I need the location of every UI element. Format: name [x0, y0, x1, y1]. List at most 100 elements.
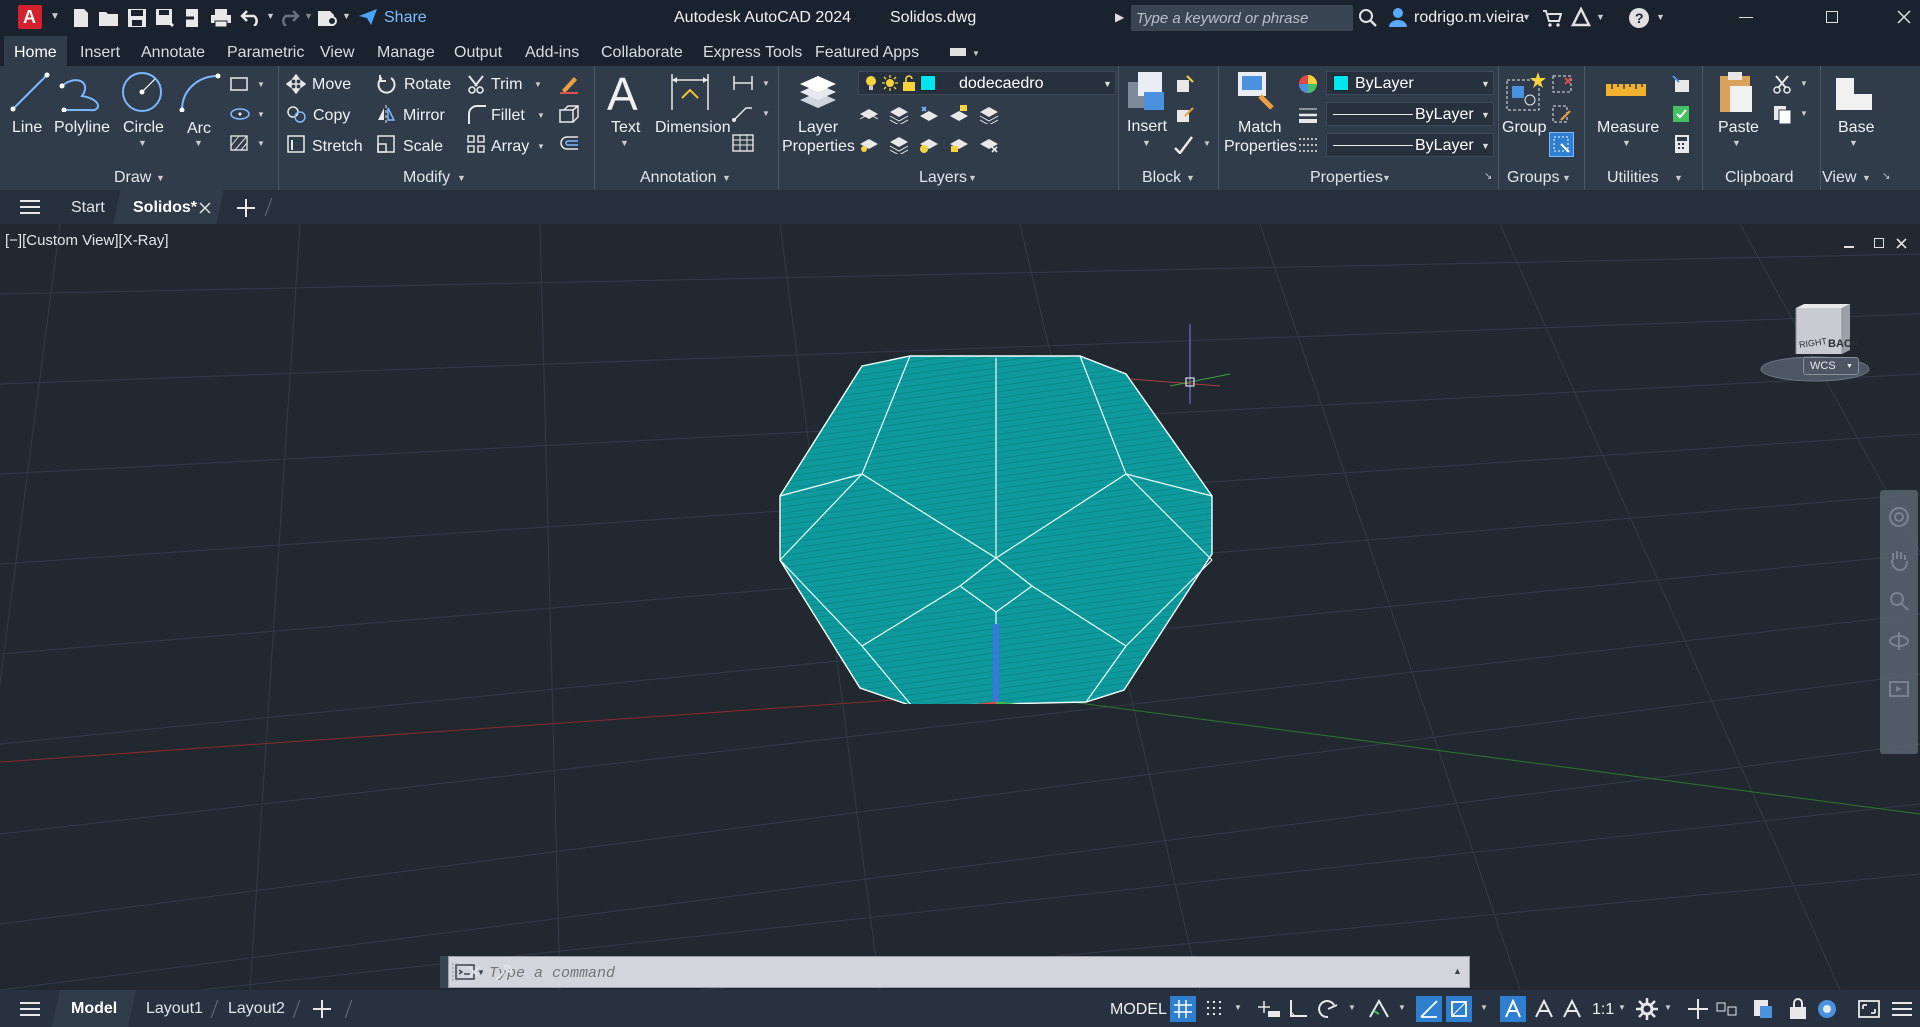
ellipse-icon[interactable] — [229, 106, 251, 122]
array-icon[interactable] — [466, 134, 486, 154]
utilities-panel-title[interactable]: Utilities — [1607, 169, 1659, 187]
copy-clip-chevron-icon[interactable]: ▼ — [1800, 110, 1808, 118]
rotate-button[interactable]: Rotate — [404, 77, 451, 93]
tab-parametric[interactable]: Parametric — [227, 44, 304, 62]
open-folder-icon[interactable] — [98, 9, 120, 27]
move-icon[interactable] — [286, 74, 306, 94]
color-dropdown[interactable]: ByLayer ▼ — [1326, 71, 1494, 95]
text-icon[interactable]: A — [606, 70, 642, 114]
layer-tool-icon[interactable] — [888, 134, 910, 154]
dynamic-input-icon[interactable] — [1258, 999, 1280, 1019]
draw-panel-title[interactable]: Draw — [114, 169, 151, 187]
object-snap-tracking-toggle[interactable] — [1416, 996, 1442, 1022]
trim-button[interactable]: Trim — [491, 77, 522, 93]
edit-block-icon[interactable] — [1173, 104, 1195, 124]
command-input[interactable] — [489, 962, 1389, 984]
erase-icon[interactable] — [558, 74, 580, 94]
new-file-icon[interactable] — [72, 8, 90, 28]
lineweight-dropdown[interactable]: ByLayer ▼ — [1326, 102, 1494, 126]
annotation-panel-chevron-icon[interactable]: ▼ — [722, 174, 731, 183]
base-button[interactable]: Base — [1838, 120, 1874, 136]
tab-manage[interactable]: Manage — [377, 44, 435, 62]
help-chevron-icon[interactable]: ▼ — [1656, 13, 1665, 22]
layout-menu-icon[interactable] — [20, 1001, 40, 1017]
measure-chevron-icon[interactable]: ▼ — [1622, 139, 1631, 148]
tab-collaborate[interactable]: Collaborate — [601, 44, 683, 62]
layers-panel-title[interactable]: Layers — [919, 169, 967, 187]
grid-toggle[interactable] — [1170, 996, 1196, 1022]
user-icon[interactable] — [1387, 6, 1409, 28]
scale-icon[interactable] — [376, 134, 396, 154]
object-snap-toggle[interactable] — [1446, 996, 1472, 1022]
draw-panel-chevron-icon[interactable]: ▼ — [156, 174, 165, 183]
leader-icon[interactable] — [732, 104, 754, 122]
trim-icon[interactable] — [466, 74, 486, 94]
search-box[interactable]: Type a keyword or phrase — [1131, 5, 1353, 31]
annotation-monitor-icon[interactable] — [1688, 999, 1708, 1019]
lineweight-icon[interactable] — [1298, 106, 1318, 124]
layer-tool-icon[interactable] — [918, 134, 940, 154]
object-snap-chevron-icon[interactable]: ▼ — [1480, 1004, 1488, 1012]
leader-chevron-icon[interactable]: ▼ — [762, 110, 770, 118]
connect-chevron-icon[interactable]: ▼ — [1596, 13, 1605, 22]
steering-wheel-icon[interactable] — [1888, 506, 1910, 528]
model-space-button[interactable]: MODEL — [1110, 1002, 1167, 1018]
annotation-visibility-toggle[interactable] — [1500, 996, 1526, 1022]
customization-menu-icon[interactable] — [1892, 1001, 1912, 1017]
dimension-icon[interactable] — [668, 70, 712, 114]
insert-button[interactable]: Insert — [1127, 119, 1167, 135]
clean-screen-icon[interactable] — [1858, 999, 1880, 1019]
calculator-icon[interactable] — [1673, 134, 1691, 154]
polar-chevron-icon[interactable]: ▼ — [1348, 1004, 1356, 1012]
user-chevron-icon[interactable]: ▼ — [1522, 13, 1531, 22]
tab-solidos[interactable]: Solidos* — [133, 199, 197, 217]
viewport-controls-label[interactable]: [−][Custom View][X-Ray] — [5, 233, 169, 248]
mirror-icon[interactable] — [376, 104, 396, 124]
circle-chevron-icon[interactable]: ▼ — [138, 139, 147, 148]
user-name[interactable]: rodrigo.m.vieira — [1414, 10, 1524, 26]
orbit-icon[interactable] — [1888, 630, 1910, 652]
tab-layout2[interactable]: Layout2 — [228, 1001, 285, 1017]
search-expand-icon[interactable]: ▶ — [1115, 11, 1124, 23]
text-chevron-icon[interactable]: ▼ — [620, 139, 629, 148]
match-properties-icon[interactable] — [1236, 70, 1280, 114]
workspace-gear-icon[interactable] — [1636, 998, 1658, 1020]
table-icon[interactable] — [732, 134, 754, 152]
units-icon[interactable] — [1716, 999, 1738, 1019]
tab-output[interactable]: Output — [454, 44, 502, 62]
save-as-icon[interactable] — [155, 8, 175, 28]
ribbon-minimize-button[interactable] — [950, 48, 966, 56]
line-button[interactable]: Line — [12, 120, 42, 136]
circle-icon[interactable] — [120, 70, 164, 114]
quick-select-icon[interactable] — [1671, 104, 1693, 124]
close-tab-icon[interactable] — [199, 202, 211, 214]
fillet-chevron-icon[interactable]: ▼ — [537, 112, 545, 120]
modify-panel-title[interactable]: Modify — [403, 169, 450, 187]
insert-chevron-icon[interactable]: ▼ — [1142, 139, 1151, 148]
arc-button[interactable]: Arc — [187, 121, 211, 137]
fillet-icon[interactable] — [466, 104, 486, 124]
paste-button[interactable]: Paste — [1718, 120, 1759, 136]
tab-start[interactable]: Start — [71, 199, 105, 217]
ellipse-chevron-icon[interactable]: ▼ — [257, 111, 265, 119]
tab-insert[interactable]: Insert — [80, 44, 120, 62]
drawing-viewport[interactable]: [−][Custom View][X-Ray] RIGHT BACK WCS ▼ — [0, 224, 1920, 990]
hatch-chevron-icon[interactable]: ▼ — [257, 140, 265, 148]
layer-tool-icon[interactable] — [948, 104, 970, 124]
minimize-button[interactable] — [1739, 17, 1753, 18]
workspace-icon[interactable] — [316, 7, 338, 27]
cut-icon[interactable] — [1772, 74, 1794, 94]
measure-button[interactable]: Measure — [1597, 120, 1659, 136]
snap-chevron-icon[interactable]: ▼ — [1234, 1004, 1242, 1012]
linetype-icon[interactable] — [1298, 136, 1318, 154]
isodraft-chevron-icon[interactable]: ▼ — [1398, 1004, 1406, 1012]
command-close-icon[interactable] — [468, 966, 480, 978]
restore-button[interactable] — [1826, 11, 1838, 23]
scale-button[interactable]: Scale — [403, 139, 443, 155]
offset-icon[interactable] — [558, 134, 580, 154]
tab-view[interactable]: View — [320, 44, 354, 62]
cart-icon[interactable] — [1542, 9, 1562, 27]
fillet-button[interactable]: Fillet — [491, 108, 525, 124]
share-button[interactable]: Share — [384, 10, 427, 26]
properties-panel-chevron-icon[interactable]: ▼ — [1382, 174, 1391, 183]
